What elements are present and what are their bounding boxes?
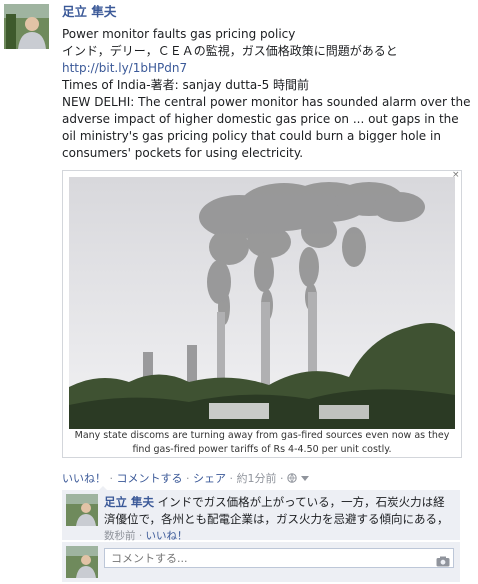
post-body-text: NEW DELHI: The central power monitor has… — [62, 95, 471, 160]
post-headline: Power monitor faults gas pricing policy — [62, 27, 296, 41]
post-source: Times of India-著者: sanjay dutta-5 時間前 — [62, 78, 310, 92]
like-link[interactable]: いいね！ — [62, 472, 106, 485]
close-icon[interactable]: × — [452, 170, 460, 180]
preview-caption: Many state discoms are turning away from… — [74, 430, 450, 455]
comment-meta: 数秒前 · いいね！ — [104, 530, 188, 542]
post-author[interactable]: 足立 隼夫 — [62, 4, 472, 20]
comment-link[interactable]: コメントする — [117, 472, 183, 485]
comment-input[interactable] — [104, 548, 454, 568]
preview-photo — [69, 177, 455, 429]
comment-like-link[interactable]: いいね！ — [146, 530, 188, 542]
viewer-avatar — [66, 546, 98, 578]
post-actions: いいね！ · コメントする · シェア · 約1分前 · — [62, 470, 309, 486]
comment-text: 足立 隼夫 インドでガス価格が上がっている，一方，石炭火力は経済優位で，各州とも… — [104, 494, 456, 528]
commenter-avatar[interactable] — [66, 494, 98, 526]
globe-icon[interactable] — [287, 472, 301, 485]
comment-body: インドでガス価格が上がっている，一方，石炭火力は経済優位で，各州とも配電企業は，… — [104, 495, 449, 526]
share-link[interactable]: シェア — [193, 472, 226, 485]
comment-item: 足立 隼夫 インドでガス価格が上がっている，一方，石炭火力は経済優位で，各州とも… — [62, 490, 460, 542]
comment-author[interactable]: 足立 隼夫 — [104, 495, 154, 509]
camera-icon[interactable] — [436, 552, 450, 567]
post-content: 足立 隼夫 Power monitor faults gas pricing p… — [62, 4, 472, 162]
link-preview[interactable]: Many state discoms are turning away from… — [62, 170, 462, 458]
comment-time[interactable]: 数秒前 — [104, 530, 136, 542]
post-link[interactable]: http://bit.ly/1bHPdn7 — [62, 60, 472, 77]
reply-box — [62, 542, 460, 582]
chevron-down-icon[interactable] — [300, 472, 309, 485]
author-avatar[interactable] — [4, 4, 49, 49]
post-summary: インド，デリー，ＣＥＡの監視，ガス価格政策に問題があると — [62, 44, 398, 58]
post-time[interactable]: 約1分前 — [237, 472, 277, 485]
